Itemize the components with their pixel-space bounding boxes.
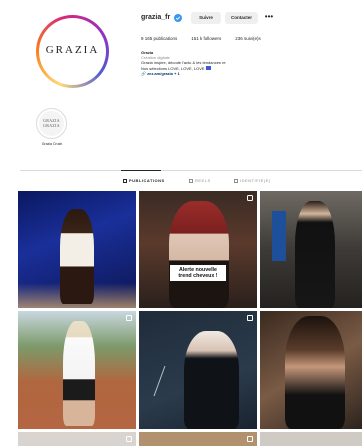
post-tile-6[interactable] [260,311,362,429]
tab-publications[interactable]: PUBLICATIONS [123,178,165,183]
verified-badge-icon [174,14,182,22]
post-tile-4[interactable] [18,311,136,429]
post-overlay-text: Alerte nouvelle trend cheveux ! [170,265,226,281]
post-tile-9[interactable] [260,432,362,446]
active-tab-indicator [121,170,161,171]
posts-count: 9 165 publications [141,36,178,41]
reel-icon [247,195,253,201]
carousel-icon [126,315,132,321]
profile-bio: Grazia Création digitale Grazia inspire,… [141,50,226,76]
post-tile-8[interactable] [139,432,257,446]
post-photo-selfie [169,201,229,308]
carousel-icon [247,436,253,442]
username: grazia_fr [141,14,171,21]
post-photo-street-style [295,201,335,308]
flag-emoji-icon [205,66,211,71]
tab-tagged-label: IDENTIFIÉ(E) [240,178,271,183]
profile-avatar[interactable]: GRAZIA [36,15,109,88]
carousel-icon [247,315,253,321]
tab-reels-label: REELS [195,178,211,183]
bio-link[interactable]: 🔗 zez.am/grazia + 1 [141,71,226,76]
post-photo-tennis [63,321,95,426]
highlight-label: Grazia Crush [41,142,63,146]
grazia-logo: GRAZIA [45,44,100,56]
avatar-inner: GRAZIA [39,18,106,85]
reel-icon [126,436,132,442]
more-options-icon[interactable]: ••• [263,12,275,24]
follow-button[interactable]: Suivre [191,12,221,24]
post-tile-2[interactable]: Alerte nouvelle trend cheveux ! [139,191,257,308]
signature-mark [153,366,185,396]
highlight-cover: GRAZIA GRAZIA [39,111,64,136]
contact-button[interactable]: Contacter [225,12,258,24]
bio-line-2: Nos sélections LOVE, LOVE, LOVE [141,65,205,71]
reels-icon [189,178,193,183]
post-tile-3[interactable] [260,191,362,308]
tagged-icon [234,178,238,183]
following-count[interactable]: 236 suivi(e)s [235,36,261,41]
tab-reels[interactable]: REELS [189,178,211,183]
post-tile-1[interactable] [18,191,136,308]
parking-sign [272,211,286,261]
post-tile-5[interactable] [139,311,257,429]
tab-tagged[interactable]: IDENTIFIÉ(E) [234,178,271,183]
followers-count[interactable]: 151 k followers [191,36,221,41]
tabs-divider [20,170,362,171]
highlight-grazia-crush[interactable]: GRAZIA GRAZIA [36,108,67,139]
tab-publications-label: PUBLICATIONS [129,178,165,183]
grid-icon [123,178,127,183]
post-photo-portrait [184,331,239,429]
post-photo-performer [60,209,94,304]
profile-stats: 9 165 publications 151 k followers 236 s… [141,36,261,41]
post-photo-couple [285,316,345,429]
post-tile-7[interactable] [18,432,136,446]
